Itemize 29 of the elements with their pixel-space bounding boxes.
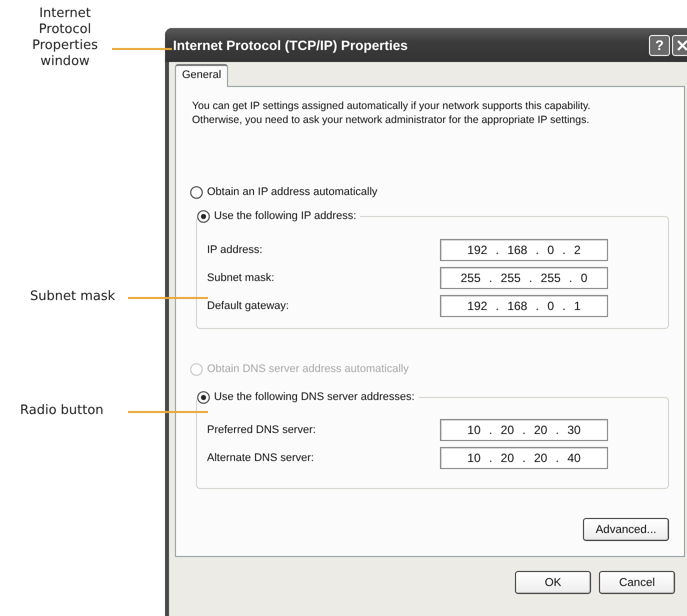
- callout-label: Internet Protocol Properties window: [31, 6, 99, 70]
- field-label: Default gateway:: [207, 300, 289, 312]
- tab[interactable]: General: [175, 64, 228, 87]
- ip-address-field[interactable]: 255 . 255 . 255 . 0: [440, 267, 608, 289]
- radio-button[interactable]: [197, 390, 210, 404]
- description-text: You can get IP settings assigned automatically if your network supports this capability. Otherwise, you need to ask your network administrator for the appropriate IP settings.: [192, 99, 592, 127]
- field-label: IP address:: [207, 244, 262, 256]
- radio-label: Use the following IP address:: [214, 210, 356, 222]
- radio-label: Use the following DNS server addresses:: [214, 391, 415, 403]
- callout-label: Subnet mask: [30, 289, 116, 305]
- radio-label: Obtain an IP address automatically: [207, 186, 378, 198]
- ok-button[interactable]: OK: [515, 571, 591, 594]
- radio-button[interactable]: [190, 186, 203, 198]
- field-label: Preferred DNS server:: [207, 424, 316, 436]
- ip-address-field[interactable]: 10 . 20 . 20 . 30: [440, 419, 608, 441]
- radio-button[interactable]: [197, 210, 210, 222]
- radio-label: Obtain DNS server address automatically: [207, 363, 409, 375]
- ip-address-field[interactable]: 192 . 168 . 0 . 2: [440, 239, 608, 261]
- help-button[interactable]: ?: [649, 34, 670, 56]
- advanced-button[interactable]: Advanced...: [583, 518, 669, 541]
- field-label: Alternate DNS server:: [207, 452, 314, 464]
- field-label: Subnet mask:: [207, 272, 274, 284]
- callout-label: Radio button: [20, 403, 104, 419]
- cancel-button[interactable]: Cancel: [599, 571, 675, 594]
- ip-address-field[interactable]: 192 . 168 . 0 . 1: [440, 295, 608, 317]
- window-title: Internet Protocol (TCP/IP) Properties: [173, 38, 409, 52]
- leader-line: [112, 48, 172, 50]
- ip-address-field[interactable]: 10 . 20 . 20 . 40: [440, 447, 608, 469]
- close-button[interactable]: [672, 34, 687, 56]
